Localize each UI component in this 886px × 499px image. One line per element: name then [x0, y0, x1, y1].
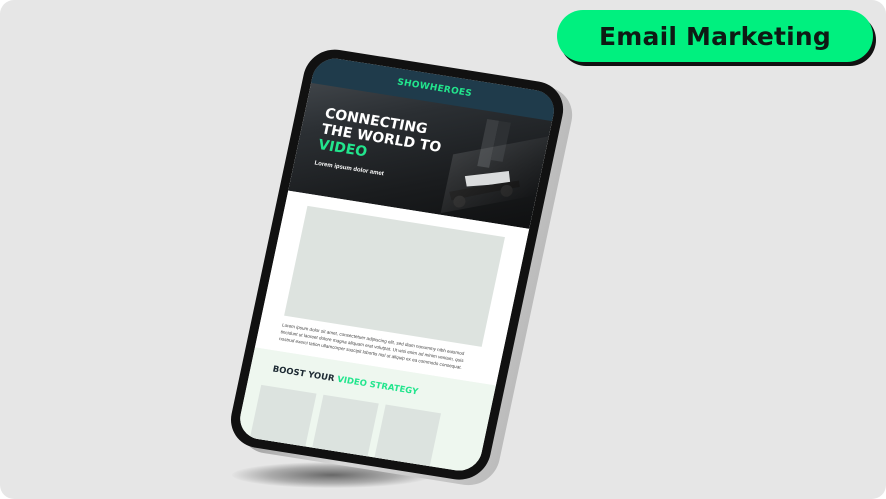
- brand-logo-text: SHOWHEROES: [396, 77, 473, 100]
- badge-label: Email Marketing: [598, 21, 832, 51]
- hero-subheadline: Lorem ipsum dolor amet: [313, 160, 385, 178]
- section-title-part-1: BOOST YOUR: [271, 364, 339, 385]
- section-title-part-2: VIDEO STRATEGY: [336, 374, 419, 398]
- card-placeholder[interactable]: [369, 404, 441, 474]
- tablet-device: SHOWHEROES CONNECTING THE WORLD TO VIDEO…: [225, 45, 578, 490]
- video-placeholder[interactable]: [284, 205, 505, 347]
- background-canvas: Email Marketing SHOWHEROES CONNECTING TH…: [0, 0, 886, 499]
- card-row: [244, 384, 441, 474]
- tablet-bezel: SHOWHEROES CONNECTING THE WORLD TO VIDEO…: [225, 45, 569, 484]
- email-marketing-badge: Email Marketing: [557, 10, 873, 62]
